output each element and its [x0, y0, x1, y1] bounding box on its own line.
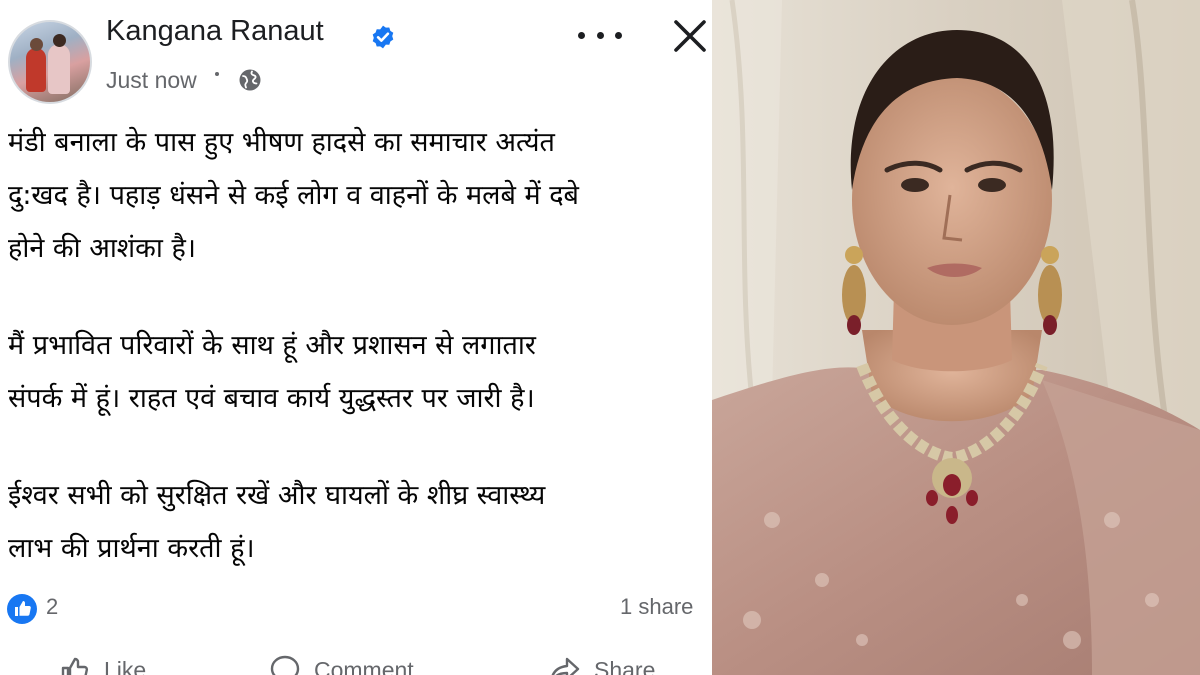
like-reaction-icon[interactable]	[6, 593, 38, 625]
avatar-figure	[48, 44, 70, 94]
meta-separator	[215, 72, 219, 76]
more-dot	[578, 31, 585, 39]
post-text-line: ईश्वर सभी को सुरक्षित रखें और घायलों के …	[8, 480, 546, 511]
post-action-bar: Like Comment Share	[0, 650, 712, 675]
avatar-figure-head	[30, 38, 43, 51]
globe-icon	[239, 69, 261, 91]
facebook-post-card: Kangana Ranaut Just now मंडी बनाला के पा…	[0, 0, 712, 675]
more-dot	[596, 31, 604, 39]
more-options-icon[interactable]	[578, 28, 622, 42]
post-text-line: मंडी बनाला के पास हुए भीषण हादसे का समाच…	[8, 127, 555, 158]
post-text-line: होने की आशंका है।	[8, 233, 197, 264]
share-label: Share	[594, 656, 656, 675]
share-icon	[551, 657, 580, 675]
author-avatar[interactable]	[8, 20, 92, 104]
post-text-line: मैं प्रभावित परिवारों के साथ हूं और प्रश…	[8, 330, 536, 361]
avatar-figure	[26, 48, 46, 92]
comment-button[interactable]: Comment	[268, 650, 414, 675]
avatar-figure-head	[53, 34, 66, 47]
post-paragraph: मंडी बनाला के पास हुए भीषण हादसे का समाच…	[8, 116, 712, 275]
like-button[interactable]: Like	[58, 650, 146, 675]
share-count[interactable]: 1 share	[620, 594, 693, 620]
post-text-line: लाभ की प्रार्थना करती हूं।	[8, 533, 255, 564]
comment-icon	[270, 655, 300, 675]
verified-badge-icon	[372, 25, 394, 49]
author-name[interactable]: Kangana Ranaut	[106, 15, 324, 48]
thumbs-up-icon	[61, 657, 89, 675]
comment-label: Comment	[314, 656, 414, 675]
portrait-photo	[712, 0, 1200, 675]
post-timestamp[interactable]: Just now	[106, 67, 197, 94]
close-icon[interactable]	[672, 18, 708, 54]
post-paragraph: मैं प्रभावित परिवारों के साथ हूं और प्रश…	[8, 319, 712, 425]
like-label: Like	[104, 656, 147, 675]
post-paragraph: ईश्वर सभी को सुरक्षित रखें और घायलों के …	[8, 469, 712, 575]
post-text-line: दु:खद है। पहाड़ धंसने से कई लोग व वाहनों…	[8, 180, 579, 211]
share-button[interactable]: Share	[548, 650, 655, 675]
more-dot	[615, 31, 622, 39]
post-text-line: संपर्क में हूं। राहत एवं बचाव कार्य युद्…	[8, 383, 535, 414]
reaction-count[interactable]: 2	[46, 594, 58, 620]
post-body: मंडी बनाला के पास हुए भीषण हादसे का समाच…	[8, 116, 712, 619]
